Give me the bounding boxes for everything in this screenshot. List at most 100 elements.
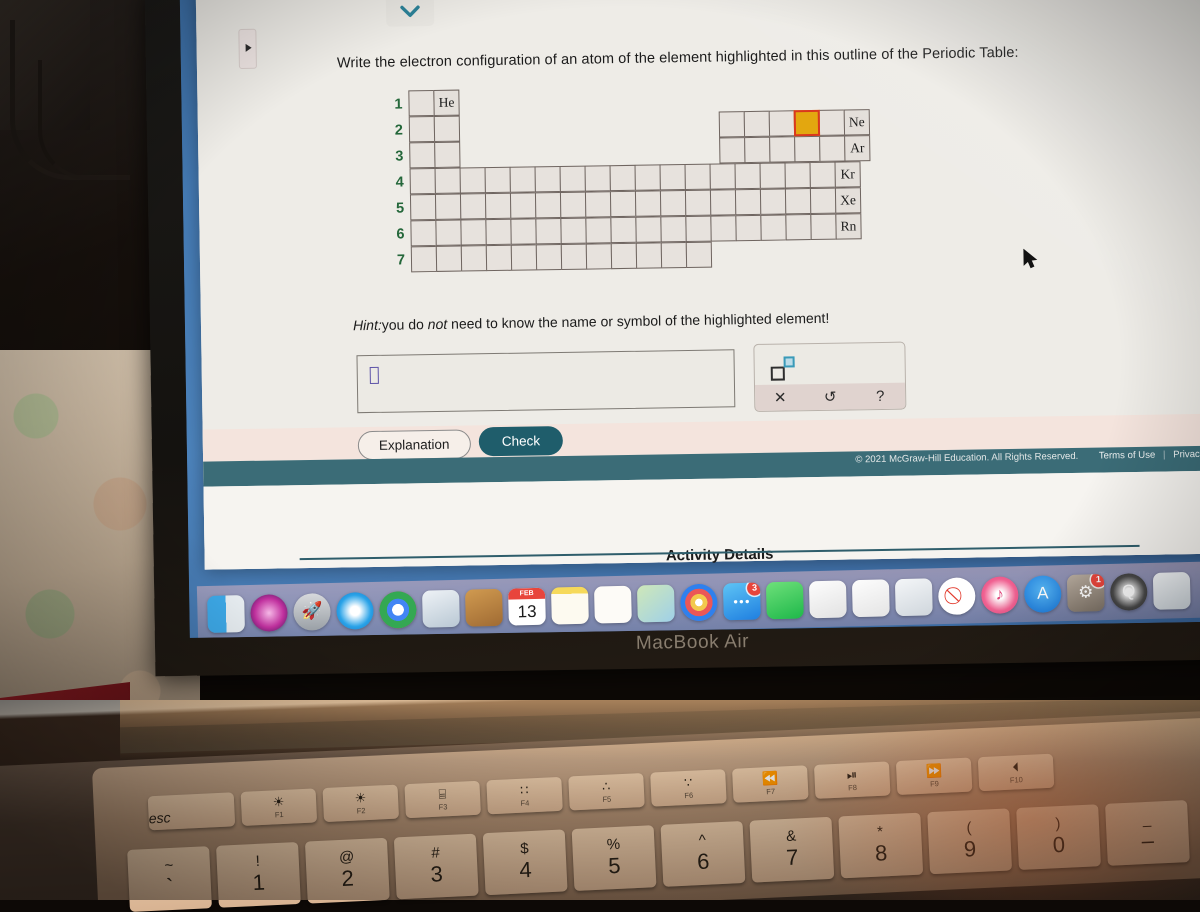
key-lower-label: 4	[519, 857, 532, 884]
eight-key[interactable]: *8	[838, 813, 923, 879]
period-number: 5	[389, 195, 411, 221]
highlighted-element-cell	[794, 110, 820, 136]
footer-space	[1081, 451, 1097, 462]
chevron-down-icon	[399, 4, 421, 18]
noble-gas-cell: He	[433, 90, 459, 116]
table-gap	[564, 114, 590, 140]
launchpad-key[interactable]: ∷F4	[486, 777, 563, 814]
check-button[interactable]: Check	[479, 426, 564, 456]
sidebar-toggle-handle[interactable]	[238, 29, 257, 69]
keyboard-backlight-down-key[interactable]: ∴F5	[568, 773, 645, 810]
p-block-cell	[819, 136, 845, 162]
collapse-section-button[interactable]	[386, 0, 434, 27]
zero-key[interactable]: )0	[1016, 804, 1101, 870]
play-pause-key[interactable]: ⏯F8	[814, 761, 891, 798]
s-block-cell	[434, 116, 460, 142]
answer-input[interactable]	[356, 349, 735, 413]
p-block-cell	[810, 188, 836, 214]
photos-icon[interactable]	[680, 583, 718, 621]
table-gap	[486, 115, 512, 141]
finder-icon[interactable]	[207, 595, 245, 633]
period-number: 2	[388, 117, 410, 143]
four-key[interactable]: $4	[483, 829, 568, 895]
keyboard-backlight-up-key[interactable]: ∵F6	[650, 769, 727, 806]
app-store-icon[interactable]: A	[1024, 575, 1062, 613]
table-gap	[486, 141, 512, 167]
function-key-glyph: ⏯	[846, 768, 857, 781]
function-key-label: F1	[275, 810, 284, 819]
seven-key[interactable]: &7	[749, 817, 834, 883]
six-key[interactable]: ^6	[661, 821, 746, 887]
key-lower-label: 5	[608, 853, 621, 880]
browser-window: Writing the electron configuration of an…	[195, 0, 1200, 570]
privacy-link[interactable]: Privacy	[1173, 449, 1200, 460]
key-upper-label: !	[255, 854, 260, 870]
tool-action-row: ✕ ↺ ?	[755, 383, 905, 411]
d-block-cell	[610, 217, 636, 243]
esc-key[interactable]: esc	[148, 792, 236, 830]
facetime-icon[interactable]	[766, 581, 804, 619]
notes-icon[interactable]	[551, 586, 589, 624]
clear-button[interactable]: ✕	[755, 388, 805, 407]
function-key-glyph: ⌸	[438, 787, 446, 800]
mute-key[interactable]: ⏴F10	[978, 754, 1055, 791]
d-block-cell	[611, 243, 637, 269]
siri-icon[interactable]	[250, 594, 288, 632]
keynote-icon[interactable]	[895, 578, 933, 616]
function-key-label: F6	[684, 791, 693, 800]
d-block-cell	[535, 192, 561, 218]
chrome-icon[interactable]	[379, 590, 417, 628]
messages-icon[interactable]: ●●●3	[723, 582, 761, 620]
numbers-icon[interactable]	[852, 579, 890, 617]
reminders-icon[interactable]	[594, 585, 632, 623]
dock-icon-glyph: ♪	[995, 585, 1004, 605]
three-key[interactable]: #3	[394, 834, 479, 900]
safari-icon[interactable]	[336, 591, 374, 629]
brightness-down-key[interactable]: ☀F1	[241, 788, 318, 825]
d-block-cell	[536, 244, 562, 270]
calendar-icon[interactable]: FEB13	[508, 587, 546, 625]
key-lower-label: `	[166, 874, 175, 900]
fast-forward-key[interactable]: ⏩F9	[896, 758, 973, 795]
table-gap	[668, 138, 694, 164]
table-gap	[564, 140, 590, 166]
rewind-key[interactable]: ⏪F7	[732, 765, 809, 802]
function-key-label: F9	[930, 779, 939, 788]
tilde-key[interactable]: ~`	[127, 846, 212, 912]
terms-of-use-link[interactable]: Terms of Use	[1099, 450, 1156, 462]
key-upper-label: #	[431, 845, 440, 861]
dock-icon-glyph: 🚀	[301, 601, 323, 622]
launchpad-icon[interactable]: 🚀	[293, 592, 331, 630]
brightness-up-key[interactable]: ☀F2	[323, 785, 400, 822]
p-block-cell	[785, 214, 811, 240]
nine-key[interactable]: (9	[927, 808, 1012, 874]
contacts-icon[interactable]	[465, 588, 503, 626]
key-lower-label: 7	[785, 844, 798, 871]
mission-control-key[interactable]: ⌸F3	[404, 781, 481, 818]
minus-key[interactable]: _–	[1105, 800, 1190, 866]
background-cable-2	[38, 60, 128, 180]
s-block-cell	[409, 116, 435, 142]
one-key[interactable]: !1	[216, 842, 301, 908]
key-lower-label: 1	[252, 870, 265, 897]
undo-button[interactable]: ↺	[805, 387, 855, 406]
p-block-cell	[744, 111, 770, 137]
preview-icon[interactable]	[1153, 571, 1191, 609]
key-lower-label: 8	[874, 840, 887, 867]
superscript-icon[interactable]	[771, 356, 801, 380]
music-icon[interactable]: ♪	[981, 576, 1019, 614]
do-not-disturb-icon[interactable]: ⃠	[938, 577, 976, 615]
photos-app-icon[interactable]	[422, 589, 460, 627]
maps-icon[interactable]	[637, 584, 675, 622]
two-key[interactable]: @2	[305, 838, 390, 904]
help-button[interactable]: ?	[855, 387, 905, 405]
hint-label: Hint:	[353, 317, 382, 333]
explanation-button[interactable]: Explanation	[358, 429, 471, 460]
s-block-cell	[410, 220, 436, 246]
dock-icon-glyph: ●●●	[733, 596, 751, 605]
pages-icon[interactable]	[809, 580, 847, 618]
d-block-cell	[686, 242, 712, 268]
quicktime-icon[interactable]: Q	[1110, 573, 1148, 611]
system-preferences-icon[interactable]: ⚙1	[1067, 574, 1105, 612]
five-key[interactable]: %5	[572, 825, 657, 891]
